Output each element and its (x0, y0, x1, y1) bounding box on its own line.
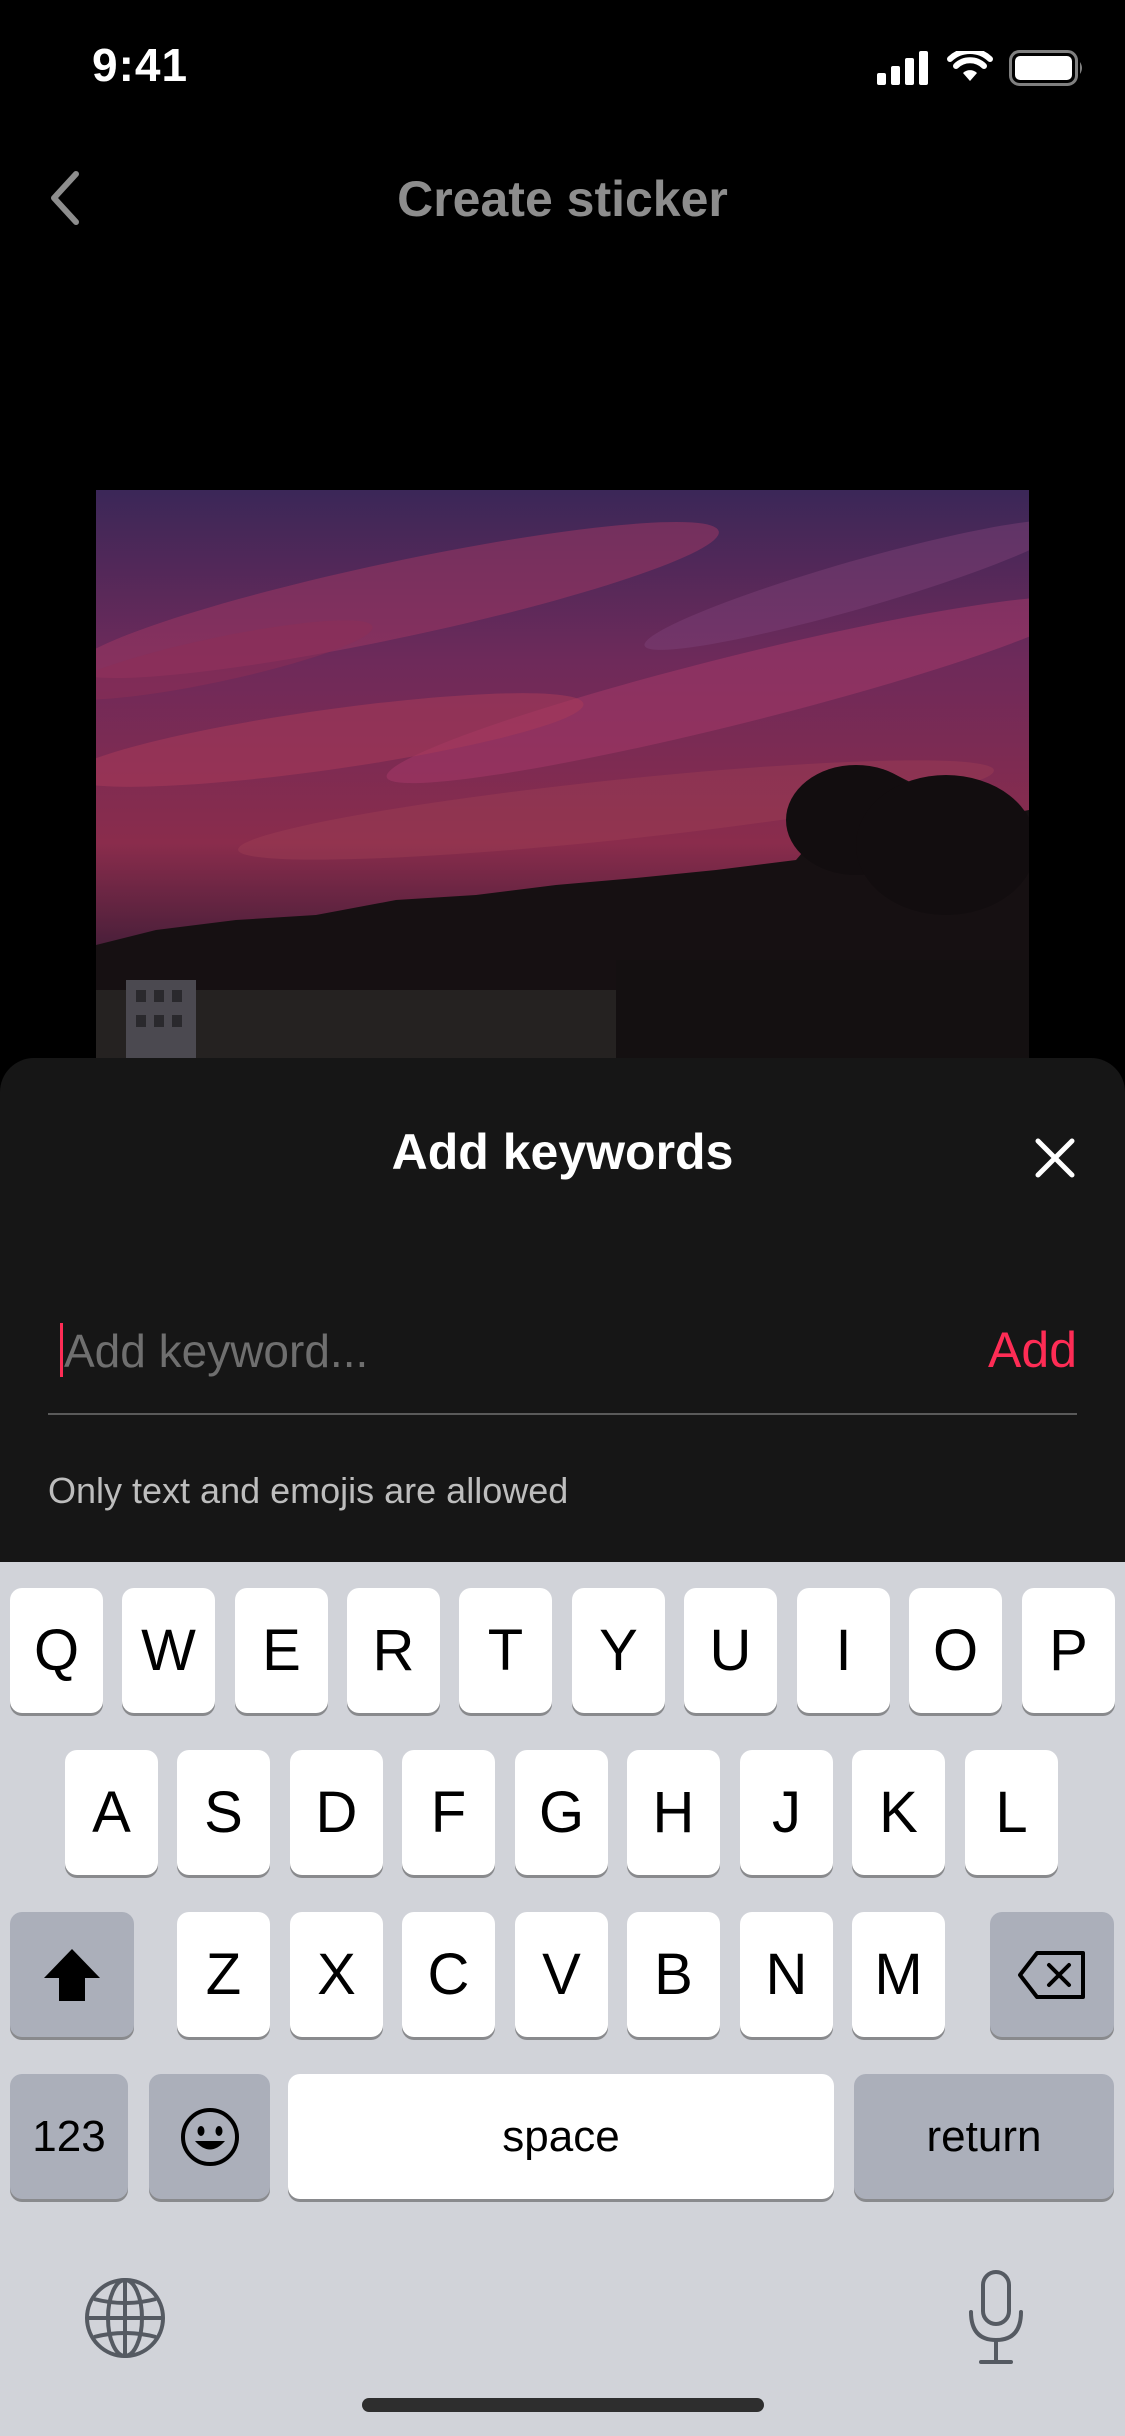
status-time: 9:41 (92, 39, 189, 91)
keyboard: Q W E R T Y U I O P A S D F G H J K L Z … (0, 1562, 1125, 2436)
sticker-photo (96, 490, 1029, 1060)
numbers-key[interactable]: 123 (10, 2074, 128, 2199)
key-r[interactable]: R (347, 1588, 440, 1713)
status-icons (877, 50, 1085, 86)
signal-icon (877, 51, 928, 85)
key-v[interactable]: V (515, 1912, 608, 2037)
status-bar: 9:41 (0, 0, 1125, 140)
key-q[interactable]: Q (10, 1588, 103, 1713)
globe-icon[interactable] (82, 2275, 168, 2361)
key-c[interactable]: C (402, 1912, 495, 2037)
return-key[interactable]: return (854, 2074, 1114, 2199)
emoji-icon (180, 2107, 239, 2166)
key-j[interactable]: J (740, 1750, 833, 1875)
home-indicator (362, 2398, 764, 2412)
key-i[interactable]: I (797, 1588, 890, 1713)
keyword-input-row: Add (48, 1303, 1077, 1415)
shift-icon (44, 1948, 100, 2001)
key-t[interactable]: T (459, 1588, 552, 1713)
space-key[interactable]: space (288, 2074, 834, 2199)
close-icon (1035, 1138, 1075, 1178)
key-h[interactable]: H (627, 1750, 720, 1875)
key-g[interactable]: G (515, 1750, 608, 1875)
key-y[interactable]: Y (572, 1588, 665, 1713)
add-button[interactable]: Add (988, 1321, 1077, 1379)
key-x[interactable]: X (290, 1912, 383, 2037)
sheet-title: Add keywords (391, 1124, 734, 1180)
key-p[interactable]: P (1022, 1588, 1115, 1713)
shift-key[interactable] (10, 1912, 134, 2037)
microphone-icon[interactable] (965, 2268, 1027, 2368)
key-m[interactable]: M (852, 1912, 945, 2037)
close-button[interactable] (1025, 1128, 1085, 1188)
key-l[interactable]: L (965, 1750, 1058, 1875)
battery-icon (1009, 50, 1082, 86)
key-u[interactable]: U (684, 1588, 777, 1713)
text-caret (60, 1323, 63, 1377)
key-n[interactable]: N (740, 1912, 833, 2037)
helper-text: Only text and emojis are allowed (48, 1470, 569, 1511)
key-k[interactable]: K (852, 1750, 945, 1875)
key-f[interactable]: F (402, 1750, 495, 1875)
key-z[interactable]: Z (177, 1912, 270, 2037)
key-d[interactable]: D (290, 1750, 383, 1875)
key-o[interactable]: O (909, 1588, 1002, 1713)
nav-bar: Create sticker (0, 140, 1125, 255)
keyword-input[interactable] (60, 1313, 884, 1388)
key-a[interactable]: A (65, 1750, 158, 1875)
key-e[interactable]: E (235, 1588, 328, 1713)
key-s[interactable]: S (177, 1750, 270, 1875)
page-title: Create sticker (397, 171, 728, 227)
wifi-icon (947, 51, 993, 81)
backspace-icon (1018, 1950, 1085, 1999)
key-w[interactable]: W (122, 1588, 215, 1713)
emoji-key[interactable] (149, 2074, 270, 2199)
backspace-key[interactable] (990, 1912, 1114, 2037)
key-b[interactable]: B (627, 1912, 720, 2037)
add-keywords-sheet: Add keywords Add Only text and emojis ar… (0, 1058, 1125, 1578)
